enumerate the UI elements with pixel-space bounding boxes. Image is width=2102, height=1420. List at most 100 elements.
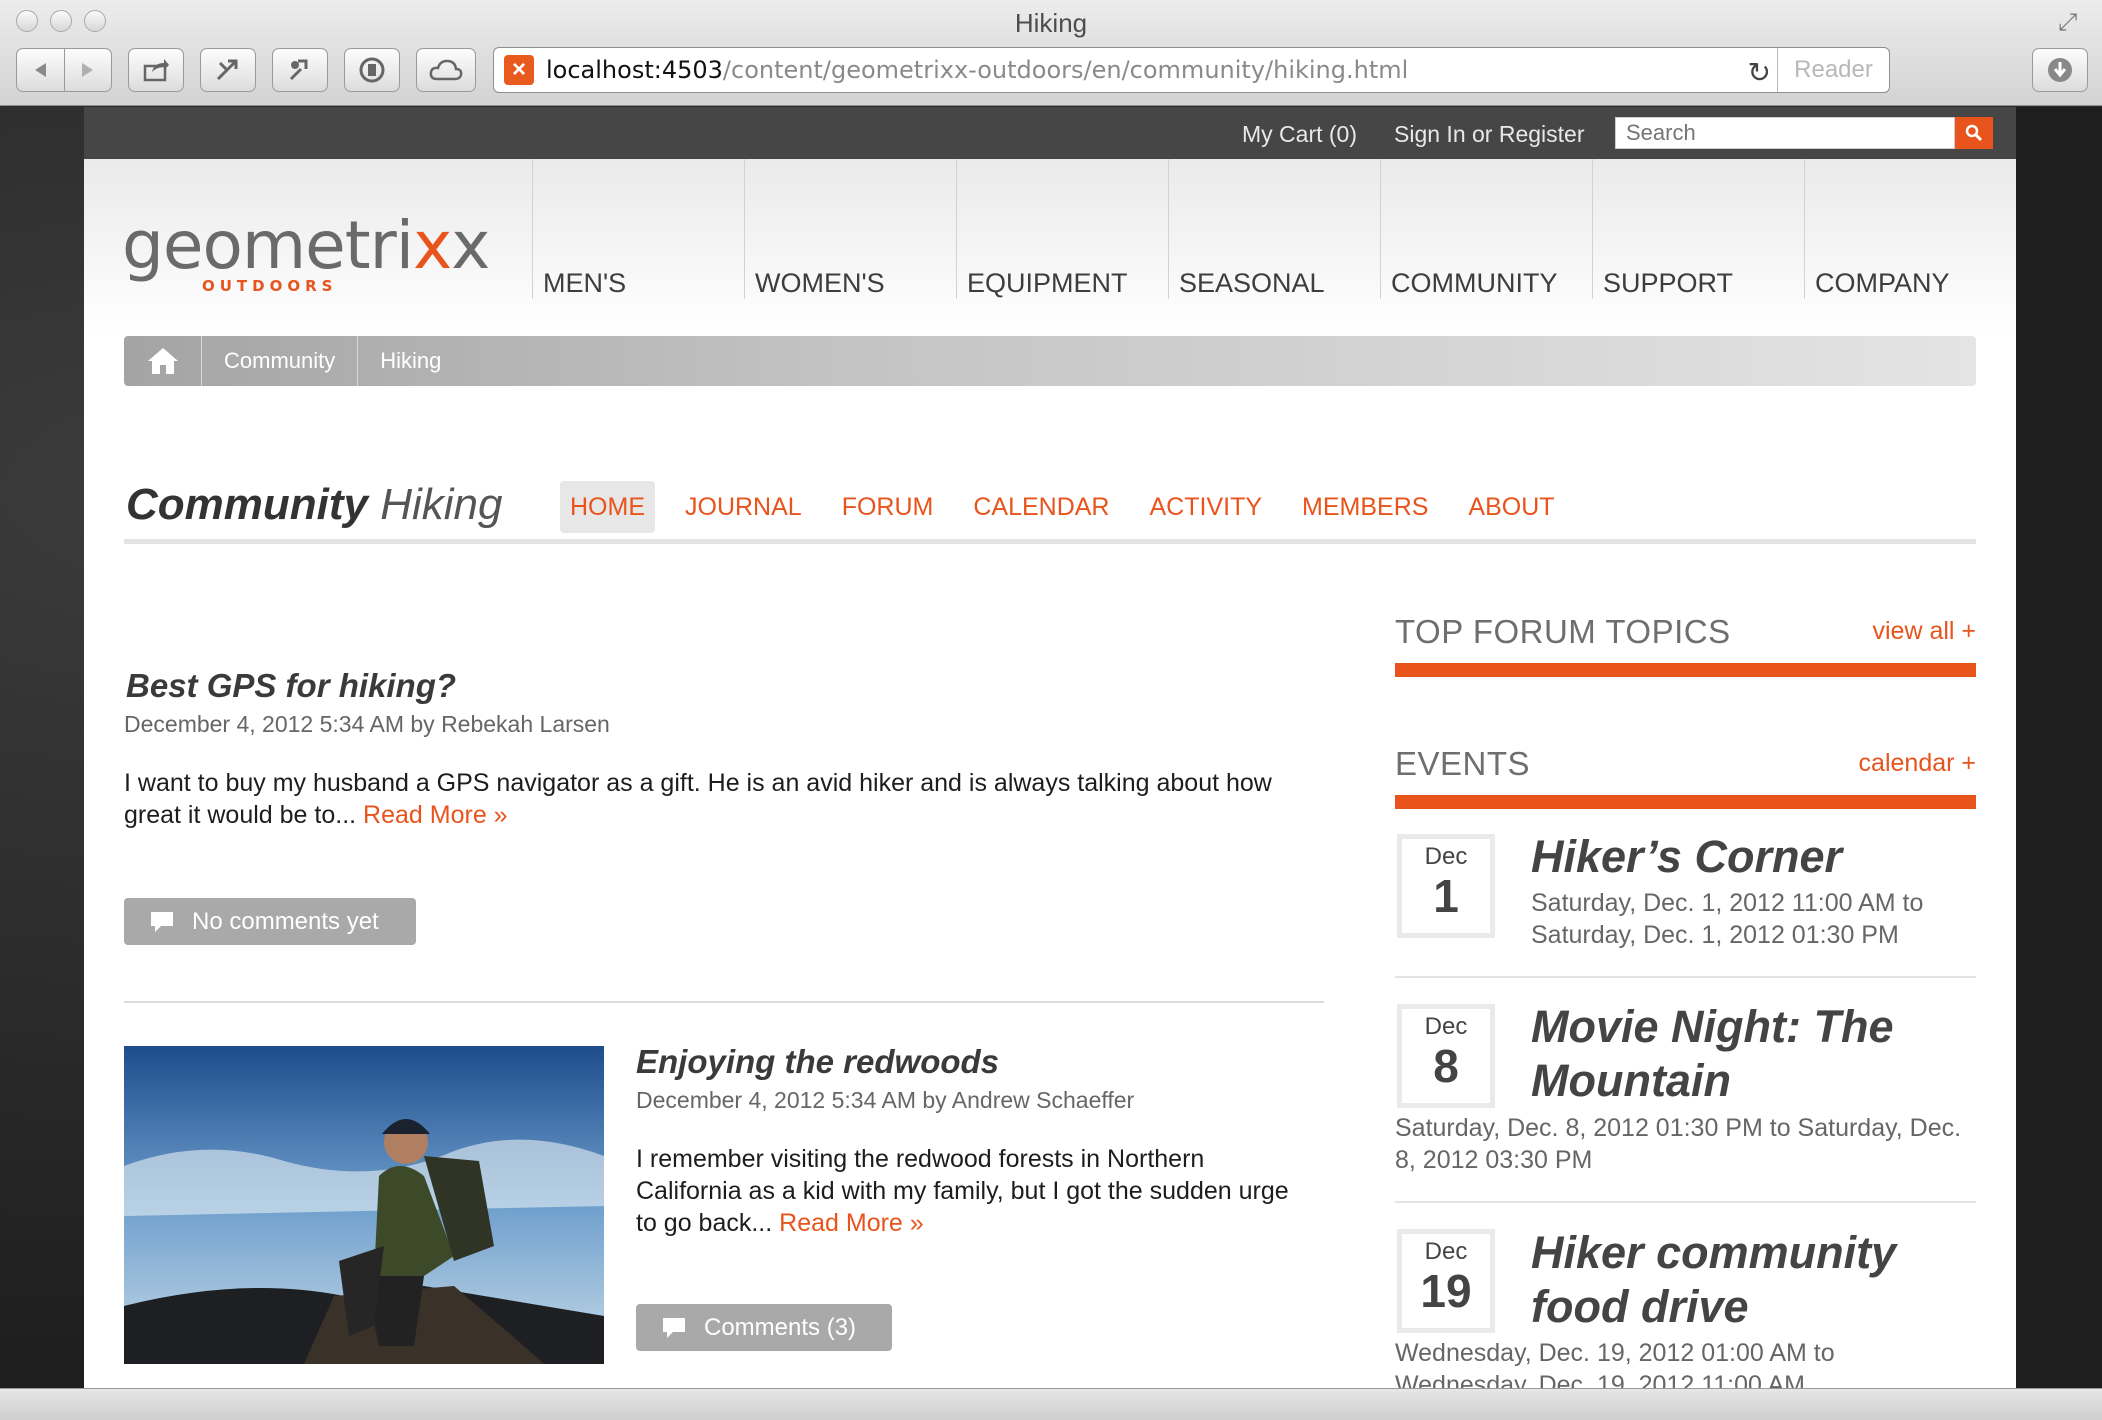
tab-about[interactable]: ABOUT bbox=[1458, 481, 1564, 533]
url-path: /content/geometrixx-outdoors/en/communit… bbox=[722, 56, 1409, 84]
event-date-badge: Dec 8 bbox=[1397, 1004, 1495, 1108]
post-body-text: I want to buy my husband a GPS navigator… bbox=[124, 769, 1272, 829]
post-meta: December 4, 2012 5:34 AM by Rebekah Lars… bbox=[124, 711, 610, 737]
home-icon bbox=[147, 348, 178, 374]
event-date-badge: Dec 1 bbox=[1397, 834, 1495, 938]
fullscreen-icon[interactable]: ⤢ bbox=[2058, 10, 2084, 36]
event-time: Wednesday, Dec. 19, 2012 01:00 AM to Wed… bbox=[1395, 1339, 1835, 1388]
comment-icon bbox=[663, 1317, 685, 1338]
web-page: My Cart (0) Sign In or Register geometri… bbox=[84, 107, 2016, 1388]
post-body-text: I remember visiting the redwood forests … bbox=[636, 1145, 1289, 1237]
sign-in-link[interactable]: Sign In or Register bbox=[1394, 121, 1584, 148]
page-title: Community Hiking bbox=[126, 480, 503, 530]
read-more-link[interactable]: Read More » bbox=[779, 1209, 924, 1237]
nav-seasonal[interactable]: SEASONAL bbox=[1168, 159, 1380, 299]
nav-equipment[interactable]: EQUIPMENT bbox=[956, 159, 1168, 299]
nav-label: COMMUNITY bbox=[1391, 268, 1558, 298]
cloud-button[interactable] bbox=[416, 48, 476, 92]
title-hiking: Hiking bbox=[380, 480, 503, 529]
nav-mens[interactable]: MEN'S bbox=[532, 159, 744, 299]
url-text[interactable]: localhost:4503/content/geometrixx-outdoo… bbox=[546, 56, 1408, 84]
tab-forum[interactable]: FORUM bbox=[832, 481, 944, 533]
window-title: Hiking bbox=[1014, 8, 1088, 38]
stop-extension-button[interactable] bbox=[344, 48, 400, 92]
divider bbox=[1395, 976, 1976, 978]
status-bar bbox=[0, 1388, 2102, 1420]
hiker-photo bbox=[124, 1046, 604, 1364]
back-arrow-icon bbox=[35, 63, 47, 77]
logo-text-end: x bbox=[451, 207, 490, 284]
event-title[interactable]: Movie Night: The Mountain bbox=[1531, 1000, 1971, 1108]
reload-icon[interactable]: ↻ bbox=[1748, 56, 1771, 89]
nav-label: COMPANY bbox=[1815, 268, 1950, 298]
comments-label: Comments (3) bbox=[704, 1313, 857, 1341]
tab-home[interactable]: HOME bbox=[560, 481, 655, 533]
tools-icon bbox=[216, 59, 238, 81]
search-field[interactable] bbox=[1615, 117, 1955, 149]
comments-button[interactable]: No comments yet bbox=[124, 898, 416, 945]
post-title[interactable]: Best GPS for hiking? bbox=[126, 667, 456, 705]
bookmark-tool-button[interactable] bbox=[200, 48, 256, 92]
divider bbox=[1395, 1201, 1976, 1203]
tab-journal[interactable]: JOURNAL bbox=[675, 481, 812, 533]
logo-wordmark: geometrixx bbox=[122, 211, 490, 281]
comment-icon bbox=[151, 911, 173, 932]
nav-label: MEN'S bbox=[543, 268, 627, 298]
divider bbox=[124, 539, 1976, 544]
nav-company[interactable]: COMPANY bbox=[1804, 159, 2016, 299]
search-icon bbox=[1965, 124, 1983, 142]
tab-calendar[interactable]: CALENDAR bbox=[963, 481, 1119, 533]
downloads-button[interactable] bbox=[2032, 48, 2088, 92]
site-favicon-icon: × bbox=[504, 55, 534, 85]
back-button[interactable] bbox=[17, 61, 64, 79]
title-community: Community bbox=[126, 480, 368, 529]
breadcrumb-hiking[interactable]: Hiking bbox=[358, 336, 463, 386]
my-cart-link[interactable]: My Cart (0) bbox=[1242, 121, 1357, 148]
forward-button[interactable] bbox=[65, 61, 112, 79]
search-input[interactable] bbox=[1616, 118, 1954, 148]
read-more-link[interactable]: Read More » bbox=[363, 801, 508, 829]
event-day: 8 bbox=[1433, 1040, 1459, 1092]
view-all-link[interactable]: view all + bbox=[1872, 617, 1976, 646]
browser-toolbar: Hiking ⤢ × localhost:4503/content/geomet… bbox=[0, 0, 2102, 106]
forward-arrow-icon bbox=[81, 63, 93, 77]
event-month: Dec bbox=[1424, 1238, 1468, 1265]
nav-support[interactable]: SUPPORT bbox=[1592, 159, 1804, 299]
nav-label: SEASONAL bbox=[1179, 268, 1325, 298]
comments-button[interactable]: Comments (3) bbox=[636, 1304, 892, 1351]
events-heading: EVENTS bbox=[1395, 745, 1531, 782]
nav-community[interactable]: COMMUNITY bbox=[1380, 159, 1592, 299]
event-title[interactable]: Hiker’s Corner bbox=[1531, 830, 1971, 884]
event-month: Dec bbox=[1424, 1013, 1468, 1040]
post-excerpt: I want to buy my husband a GPS navigator… bbox=[124, 767, 1324, 831]
event-time: Saturday, Dec. 1, 2012 11:00 AM to Satur… bbox=[1531, 889, 1924, 949]
search-button[interactable] bbox=[1955, 117, 1993, 149]
nav-womens[interactable]: WOMEN'S bbox=[744, 159, 956, 299]
site-header: geometrixx OUTDOORS MEN'S WOMEN'S EQUIPM… bbox=[84, 159, 2016, 334]
event-day: 19 bbox=[1420, 1265, 1472, 1317]
accent-bar bbox=[1395, 663, 1976, 677]
calendar-link[interactable]: calendar + bbox=[1859, 749, 1976, 778]
octagon-icon bbox=[359, 57, 385, 83]
comments-label: No comments yet bbox=[192, 907, 379, 935]
event-title[interactable]: Hiker community food drive bbox=[1531, 1226, 1971, 1334]
tab-activity[interactable]: ACTIVITY bbox=[1140, 481, 1273, 533]
accent-bar bbox=[1395, 795, 1976, 809]
breadcrumb-home[interactable] bbox=[124, 336, 202, 386]
nav-label: EQUIPMENT bbox=[967, 268, 1128, 298]
download-icon bbox=[2048, 58, 2072, 82]
post-image-hiker[interactable] bbox=[124, 1046, 604, 1364]
tab-members[interactable]: MEMBERS bbox=[1292, 481, 1438, 533]
divider bbox=[124, 1001, 1324, 1003]
breadcrumb-community[interactable]: Community bbox=[202, 336, 359, 386]
developer-tool-button[interactable] bbox=[272, 48, 328, 92]
utility-bar: My Cart (0) Sign In or Register bbox=[84, 107, 2016, 159]
reader-button[interactable]: Reader bbox=[1777, 48, 1889, 92]
post-title[interactable]: Enjoying the redwoods bbox=[636, 1043, 999, 1081]
share-icon bbox=[143, 59, 169, 82]
share-button[interactable] bbox=[128, 48, 184, 92]
site-logo[interactable]: geometrixx OUTDOORS bbox=[122, 211, 490, 296]
url-host: localhost:4503 bbox=[546, 56, 723, 84]
address-bar[interactable]: × localhost:4503/content/geometrixx-outd… bbox=[493, 47, 1890, 93]
cloud-icon bbox=[429, 59, 463, 81]
